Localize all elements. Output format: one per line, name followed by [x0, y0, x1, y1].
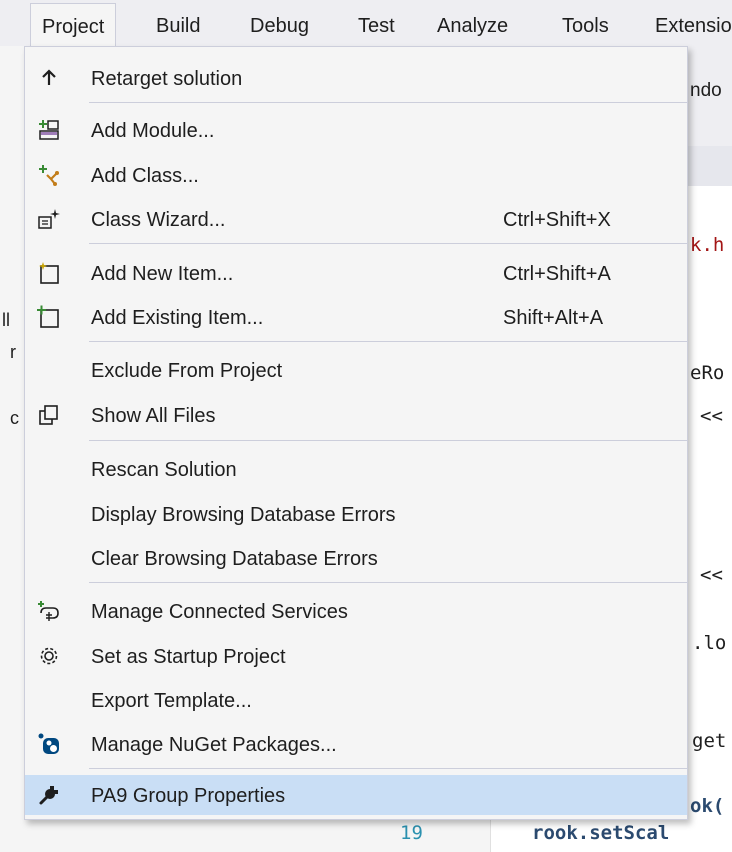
panel-fragment: c [10, 408, 19, 428]
code-line: rook.setScal [532, 822, 670, 844]
menu-item-retarget-solution[interactable]: Retarget solution [25, 58, 687, 98]
add-class-icon [37, 163, 61, 187]
nuget-icon [37, 732, 61, 756]
arrow-up-icon [37, 66, 61, 90]
project-dropdown-menu: Retarget solution Add Module... Add Clas… [24, 46, 688, 820]
menu-item-class-wizard[interactable]: Class Wizard... Ctrl+Shift+X [25, 199, 687, 239]
menu-bar: Project Build Debug Test Analyze Tools E… [0, 0, 732, 47]
code-fragment: << [700, 564, 723, 586]
menu-item-clear-browsing-database-errors[interactable]: Clear Browsing Database Errors [25, 538, 687, 578]
menu-tools[interactable]: Tools [562, 15, 609, 38]
menu-item-add-existing-item[interactable]: Add Existing Item... Shift+Alt+A [25, 297, 687, 337]
menu-item-label: Manage Connected Services [91, 601, 348, 623]
code-fragment: ok( [690, 795, 725, 817]
panel-fragment: r [10, 342, 16, 362]
code-fragment: get [692, 730, 727, 752]
menu-item-add-new-item[interactable]: Add New Item... Ctrl+Shift+A [25, 253, 687, 293]
menu-item-label: Add Existing Item... [91, 307, 264, 329]
menu-separator [89, 102, 687, 103]
menu-separator [89, 341, 687, 342]
toolbar-fragment: ndo [690, 80, 722, 101]
shortcut-label: Shift+Alt+A [503, 307, 604, 329]
menu-item-label: PA9 Group Properties [91, 785, 286, 807]
menu-item-label: Show All Files [91, 405, 216, 427]
menu-item-add-module[interactable]: Add Module... [25, 110, 687, 150]
menu-build[interactable]: Build [156, 15, 200, 38]
menu-analyze[interactable]: Analyze [437, 15, 508, 38]
menu-item-manage-nuget-packages[interactable]: Manage NuGet Packages... [25, 724, 687, 764]
menu-separator [89, 582, 687, 583]
menu-item-show-all-files[interactable]: Show All Files [25, 395, 687, 435]
shortcut-label: Ctrl+Shift+X [503, 209, 611, 231]
menu-item-pa9-group-properties[interactable]: PA9 Group Properties [25, 775, 687, 815]
show-all-files-icon [37, 403, 61, 427]
menu-item-label: Class Wizard... [91, 209, 226, 231]
menu-separator [89, 768, 687, 769]
line-number: 19 [400, 822, 423, 844]
add-new-item-icon [37, 261, 61, 285]
menu-test[interactable]: Test [358, 15, 395, 38]
menu-extensions[interactable]: Extensio [655, 15, 732, 38]
menu-separator [89, 440, 687, 441]
class-wizard-icon [37, 207, 61, 231]
panel-fragment: ll [2, 310, 10, 330]
code-fragment: .lo [692, 632, 727, 654]
menu-item-label: Display Browsing Database Errors [91, 504, 396, 526]
menu-item-display-browsing-database-errors[interactable]: Display Browsing Database Errors [25, 494, 687, 534]
menu-item-label: Add Module... [91, 120, 215, 142]
menu-item-export-template[interactable]: Export Template... [25, 680, 687, 720]
menu-project[interactable]: Project [30, 3, 117, 47]
menu-item-exclude-from-project[interactable]: Exclude From Project [25, 350, 687, 390]
menu-item-add-class[interactable]: Add Class... [25, 155, 687, 195]
menu-debug[interactable]: Debug [250, 15, 309, 38]
menu-item-label: Retarget solution [91, 68, 243, 90]
menu-item-label: Set as Startup Project [91, 646, 286, 668]
code-fragment: k.h [690, 234, 725, 256]
menu-item-label: Clear Browsing Database Errors [91, 548, 378, 570]
menu-separator [89, 243, 687, 244]
wrench-icon [37, 783, 61, 807]
connected-services-icon [37, 599, 61, 623]
menu-item-label: Export Template... [91, 690, 252, 712]
menu-item-rescan-solution[interactable]: Rescan Solution [25, 449, 687, 489]
add-existing-item-icon [37, 305, 61, 329]
menu-item-label: Add New Item... [91, 263, 234, 285]
code-fragment: eRo [690, 362, 725, 384]
menu-item-set-as-startup-project[interactable]: Set as Startup Project [25, 636, 687, 676]
shortcut-label: Ctrl+Shift+A [503, 263, 611, 285]
menu-item-label: Manage NuGet Packages... [91, 734, 337, 756]
menu-item-manage-connected-services[interactable]: Manage Connected Services [25, 591, 687, 631]
add-module-icon [37, 118, 61, 142]
menu-item-label: Rescan Solution [91, 459, 237, 481]
menu-item-label: Add Class... [91, 165, 199, 187]
gear-icon [37, 644, 61, 668]
code-fragment: << [700, 405, 723, 427]
menu-item-label: Exclude From Project [91, 360, 283, 382]
